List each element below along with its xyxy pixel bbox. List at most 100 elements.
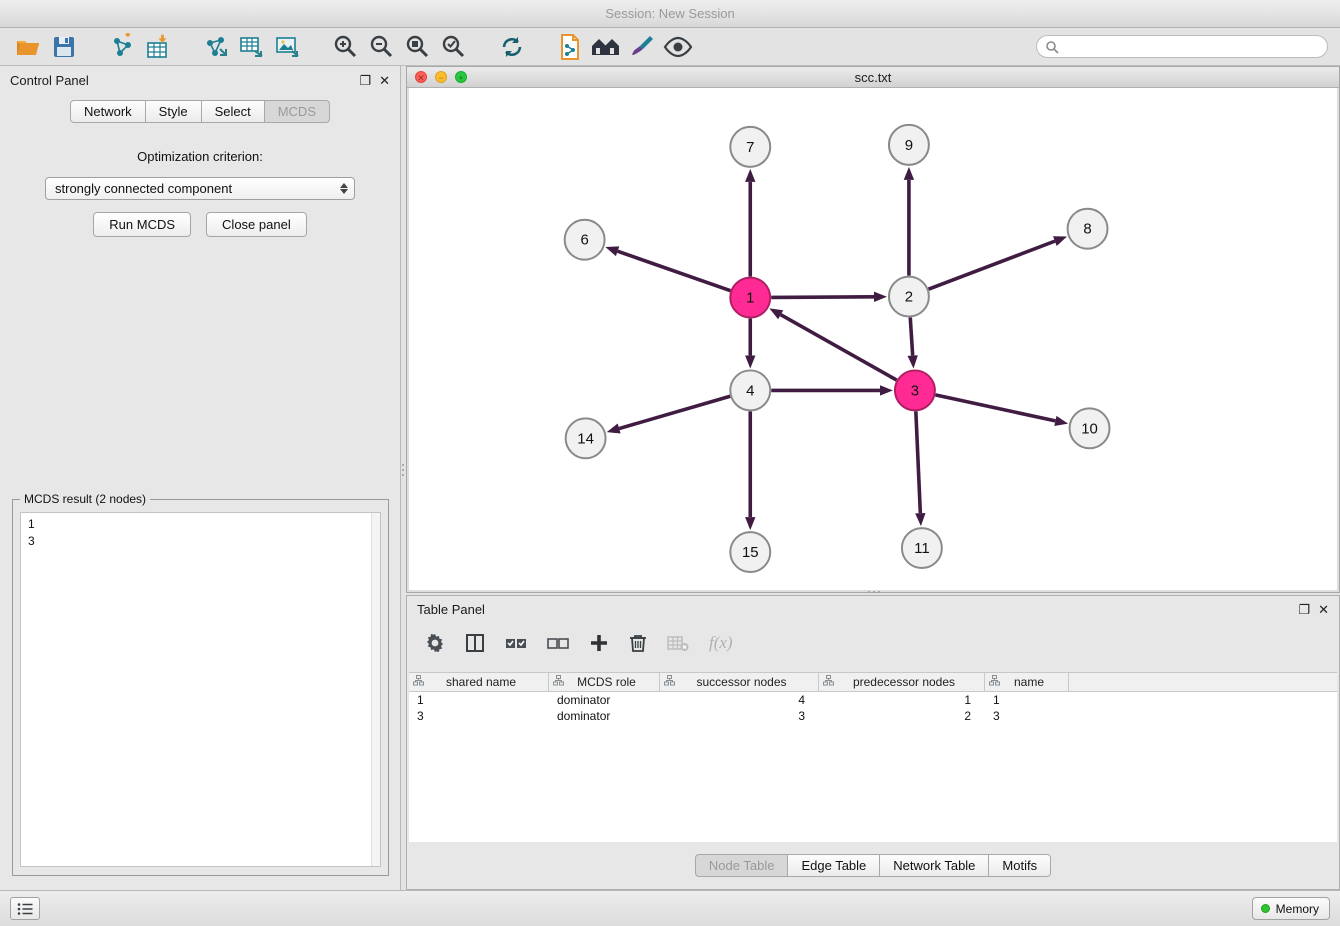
graph-node-10[interactable]: 10 (1070, 408, 1110, 448)
column-header-name[interactable]: name (985, 673, 1069, 691)
table-cell[interactable]: 3 (660, 708, 819, 724)
table-tab-node-table[interactable]: Node Table (695, 854, 789, 877)
table-tab-motifs[interactable]: Motifs (989, 854, 1051, 877)
graph-edge-3-10[interactable] (935, 395, 1055, 421)
task-history-button[interactable] (10, 897, 40, 920)
graph-edge-2-8[interactable] (929, 241, 1055, 289)
table-cell[interactable]: 3 (985, 708, 1069, 724)
gear-icon[interactable] (425, 629, 445, 657)
import-network-icon[interactable] (104, 31, 140, 63)
graph-edge-1-6[interactable] (618, 251, 731, 290)
zoom-in-icon[interactable] (328, 31, 364, 63)
graph-node-2[interactable]: 2 (889, 277, 929, 317)
mcds-result-lines: 13 (21, 513, 380, 550)
close-panel-icon[interactable]: ✕ (379, 74, 390, 87)
table-cell[interactable]: 2 (819, 708, 985, 724)
edge-arrowhead (745, 169, 755, 182)
svg-text:8: 8 (1083, 221, 1091, 238)
table-cell[interactable]: dominator (549, 708, 660, 724)
network-document-icon[interactable] (552, 31, 588, 63)
function-icon: f(x) (709, 629, 733, 657)
graph-node-3[interactable]: 3 (895, 370, 935, 410)
control-panel-header: Control Panel ❐ ✕ (0, 66, 400, 94)
table-cell[interactable]: 1 (819, 692, 985, 708)
run-mcds-button[interactable]: Run MCDS (93, 212, 191, 237)
apply-layout-icon[interactable] (494, 31, 530, 63)
table-body: 1dominator4113dominator323 (409, 692, 1337, 724)
graph-node-6[interactable]: 6 (565, 220, 605, 260)
add-row-icon[interactable] (589, 629, 609, 657)
deselect-all-icon[interactable] (547, 629, 569, 657)
graph-node-9[interactable]: 9 (889, 125, 929, 165)
search-input[interactable] (1059, 39, 1327, 55)
tab-select[interactable]: Select (202, 100, 265, 123)
close-panel-button[interactable]: Close panel (206, 212, 307, 237)
edge-arrowhead (745, 355, 755, 368)
graph-edge-3-1[interactable] (781, 315, 897, 380)
trash-icon[interactable] (629, 629, 647, 657)
vertical-splitter[interactable] (400, 452, 406, 488)
graph-edge-2-3[interactable] (910, 318, 912, 356)
column-header-shared-name[interactable]: shared name (409, 673, 549, 691)
mcds-result-group: MCDS result (2 nodes) 13 (12, 499, 389, 876)
graph-node-7[interactable]: 7 (730, 127, 770, 167)
graph-node-4[interactable]: 4 (730, 370, 770, 410)
export-network-icon[interactable] (198, 31, 234, 63)
mcds-panel: Optimization criterion: strongly connect… (0, 149, 400, 237)
graph-node-14[interactable]: 14 (566, 418, 606, 458)
result-line: 3 (28, 533, 380, 550)
zoom-selected-icon[interactable] (436, 31, 472, 63)
column-header-successor-nodes[interactable]: successor nodes (660, 673, 819, 691)
table-tab-edge-table[interactable]: Edge Table (788, 854, 880, 877)
float-table-panel-icon[interactable]: ❐ (1298, 603, 1310, 616)
zoom-out-icon[interactable] (364, 31, 400, 63)
table-row[interactable]: 1dominator411 (409, 692, 1337, 708)
select-all-icon[interactable] (505, 629, 527, 657)
edge-arrowhead (874, 292, 887, 302)
zoom-fit-icon[interactable] (400, 31, 436, 63)
tab-network[interactable]: Network (70, 100, 146, 123)
save-session-icon[interactable] (46, 31, 82, 63)
tab-mcds[interactable]: MCDS (265, 100, 330, 123)
graph-node-11[interactable]: 11 (902, 528, 942, 568)
close-table-panel-icon[interactable]: ✕ (1318, 603, 1329, 616)
graph-edge-1-2[interactable] (771, 297, 874, 298)
home-network-icon[interactable] (588, 31, 624, 63)
column-header-MCDS-role[interactable]: MCDS role (549, 673, 660, 691)
network-window-title: scc.txt (407, 70, 1339, 85)
export-table-icon[interactable] (234, 31, 270, 63)
eye-icon[interactable] (660, 31, 696, 63)
result-scrollbar[interactable] (371, 513, 380, 866)
column-type-icon (823, 675, 834, 689)
table-cell[interactable]: 4 (660, 692, 819, 708)
open-session-icon[interactable] (10, 31, 46, 63)
result-line: 1 (28, 516, 380, 533)
graph-edge-3-11[interactable] (916, 411, 921, 513)
window-titlebar: Session: New Session (0, 0, 1340, 28)
table-tab-network-table[interactable]: Network Table (880, 854, 989, 877)
graph-edge-4-14[interactable] (619, 396, 730, 428)
table-cell[interactable]: 1 (409, 692, 549, 708)
window-title: Session: New Session (605, 6, 734, 21)
export-image-icon[interactable] (270, 31, 306, 63)
network-canvas[interactable]: 7 9 6 8 1 2 4 3 14 10 15 11 (409, 88, 1337, 590)
graph-node-1[interactable]: 1 (730, 278, 770, 318)
table-cell[interactable]: 3 (409, 708, 549, 724)
table-cell[interactable]: dominator (549, 692, 660, 708)
graph-node-15[interactable]: 15 (730, 532, 770, 572)
mcds-result-title: MCDS result (2 nodes) (20, 492, 150, 506)
columns-icon[interactable] (465, 629, 485, 657)
table-cell[interactable]: 1 (985, 692, 1069, 708)
style-brush-icon[interactable] (624, 31, 660, 63)
mcds-result-box[interactable]: 13 (20, 512, 381, 867)
optimization-criterion-select[interactable]: strongly connected component (45, 177, 355, 200)
import-table-icon[interactable] (140, 31, 176, 63)
column-header-predecessor-nodes[interactable]: predecessor nodes (819, 673, 985, 691)
column-type-icon (989, 675, 1000, 689)
tab-style[interactable]: Style (146, 100, 202, 123)
float-panel-icon[interactable]: ❐ (359, 74, 371, 87)
graph-node-8[interactable]: 8 (1068, 209, 1108, 249)
table-row[interactable]: 3dominator323 (409, 708, 1337, 724)
memory-button[interactable]: Memory (1252, 897, 1330, 920)
svg-text:2: 2 (905, 289, 913, 306)
